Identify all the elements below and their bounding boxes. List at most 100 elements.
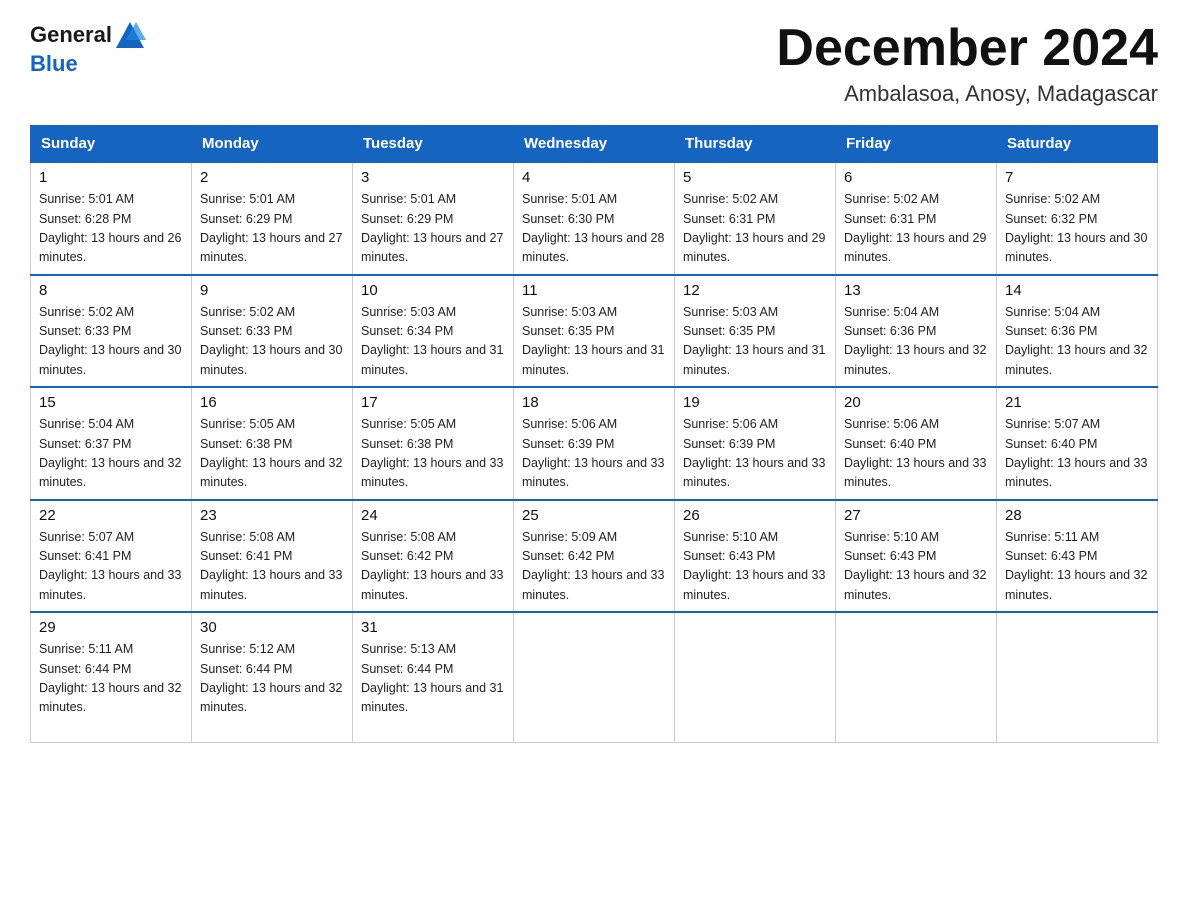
- calendar-table: Sunday Monday Tuesday Wednesday Thursday…: [30, 125, 1158, 743]
- header-friday: Friday: [836, 126, 997, 163]
- day-number: 20: [844, 394, 988, 411]
- table-row: 24 Sunrise: 5:08 AM Sunset: 6:42 PM Dayl…: [353, 500, 514, 613]
- day-number: 4: [522, 169, 666, 186]
- day-info: Sunrise: 5:01 AM Sunset: 6:28 PM Dayligh…: [39, 190, 183, 268]
- day-number: 22: [39, 507, 183, 524]
- table-row: 31 Sunrise: 5:13 AM Sunset: 6:44 PM Dayl…: [353, 612, 514, 742]
- day-number: 3: [361, 169, 505, 186]
- day-number: 23: [200, 507, 344, 524]
- day-info: Sunrise: 5:02 AM Sunset: 6:32 PM Dayligh…: [1005, 190, 1149, 268]
- day-info: Sunrise: 5:02 AM Sunset: 6:31 PM Dayligh…: [844, 190, 988, 268]
- day-number: 1: [39, 169, 183, 186]
- day-number: 27: [844, 507, 988, 524]
- table-row: 5 Sunrise: 5:02 AM Sunset: 6:31 PM Dayli…: [675, 162, 836, 275]
- day-info: Sunrise: 5:02 AM Sunset: 6:31 PM Dayligh…: [683, 190, 827, 268]
- day-info: Sunrise: 5:01 AM Sunset: 6:30 PM Dayligh…: [522, 190, 666, 268]
- header-monday: Monday: [192, 126, 353, 163]
- location-subtitle: Ambalasoa, Anosy, Madagascar: [776, 81, 1158, 107]
- day-info: Sunrise: 5:11 AM Sunset: 6:44 PM Dayligh…: [39, 640, 183, 718]
- day-number: 30: [200, 619, 344, 636]
- day-number: 11: [522, 282, 666, 299]
- day-info: Sunrise: 5:11 AM Sunset: 6:43 PM Dayligh…: [1005, 528, 1149, 606]
- table-row: 10 Sunrise: 5:03 AM Sunset: 6:34 PM Dayl…: [353, 275, 514, 388]
- table-row: 28 Sunrise: 5:11 AM Sunset: 6:43 PM Dayl…: [997, 500, 1158, 613]
- table-row: 13 Sunrise: 5:04 AM Sunset: 6:36 PM Dayl…: [836, 275, 997, 388]
- table-row: 23 Sunrise: 5:08 AM Sunset: 6:41 PM Dayl…: [192, 500, 353, 613]
- header-saturday: Saturday: [997, 126, 1158, 163]
- calendar-week-row: 15 Sunrise: 5:04 AM Sunset: 6:37 PM Dayl…: [31, 387, 1158, 500]
- day-number: 12: [683, 282, 827, 299]
- day-info: Sunrise: 5:10 AM Sunset: 6:43 PM Dayligh…: [683, 528, 827, 606]
- day-number: 5: [683, 169, 827, 186]
- day-number: 26: [683, 507, 827, 524]
- header-wednesday: Wednesday: [514, 126, 675, 163]
- table-row: 14 Sunrise: 5:04 AM Sunset: 6:36 PM Dayl…: [997, 275, 1158, 388]
- day-number: 15: [39, 394, 183, 411]
- table-row: 8 Sunrise: 5:02 AM Sunset: 6:33 PM Dayli…: [31, 275, 192, 388]
- day-info: Sunrise: 5:04 AM Sunset: 6:36 PM Dayligh…: [1005, 303, 1149, 381]
- logo-blue: Blue: [30, 51, 78, 76]
- logo-icon: [114, 20, 146, 52]
- day-number: 21: [1005, 394, 1149, 411]
- calendar-body: 1 Sunrise: 5:01 AM Sunset: 6:28 PM Dayli…: [31, 162, 1158, 742]
- day-number: 28: [1005, 507, 1149, 524]
- day-number: 31: [361, 619, 505, 636]
- table-row: 21 Sunrise: 5:07 AM Sunset: 6:40 PM Dayl…: [997, 387, 1158, 500]
- logo: General Blue: [30, 20, 146, 76]
- day-number: 16: [200, 394, 344, 411]
- day-number: 24: [361, 507, 505, 524]
- day-info: Sunrise: 5:04 AM Sunset: 6:37 PM Dayligh…: [39, 415, 183, 493]
- day-info: Sunrise: 5:02 AM Sunset: 6:33 PM Dayligh…: [200, 303, 344, 381]
- logo-text: General Blue: [30, 20, 146, 76]
- table-row: 2 Sunrise: 5:01 AM Sunset: 6:29 PM Dayli…: [192, 162, 353, 275]
- table-row: 30 Sunrise: 5:12 AM Sunset: 6:44 PM Dayl…: [192, 612, 353, 742]
- table-row: 16 Sunrise: 5:05 AM Sunset: 6:38 PM Dayl…: [192, 387, 353, 500]
- day-info: Sunrise: 5:05 AM Sunset: 6:38 PM Dayligh…: [361, 415, 505, 493]
- day-info: Sunrise: 5:04 AM Sunset: 6:36 PM Dayligh…: [844, 303, 988, 381]
- day-number: 18: [522, 394, 666, 411]
- day-number: 19: [683, 394, 827, 411]
- day-info: Sunrise: 5:05 AM Sunset: 6:38 PM Dayligh…: [200, 415, 344, 493]
- page-header: General Blue December 2024 Ambalasoa, An…: [30, 20, 1158, 107]
- table-row: 15 Sunrise: 5:04 AM Sunset: 6:37 PM Dayl…: [31, 387, 192, 500]
- header-tuesday: Tuesday: [353, 126, 514, 163]
- table-row: [836, 612, 997, 742]
- day-info: Sunrise: 5:02 AM Sunset: 6:33 PM Dayligh…: [39, 303, 183, 381]
- day-number: 13: [844, 282, 988, 299]
- day-info: Sunrise: 5:07 AM Sunset: 6:40 PM Dayligh…: [1005, 415, 1149, 493]
- table-row: 7 Sunrise: 5:02 AM Sunset: 6:32 PM Dayli…: [997, 162, 1158, 275]
- table-row: 9 Sunrise: 5:02 AM Sunset: 6:33 PM Dayli…: [192, 275, 353, 388]
- day-number: 6: [844, 169, 988, 186]
- table-row: 27 Sunrise: 5:10 AM Sunset: 6:43 PM Dayl…: [836, 500, 997, 613]
- day-info: Sunrise: 5:01 AM Sunset: 6:29 PM Dayligh…: [200, 190, 344, 268]
- header-thursday: Thursday: [675, 126, 836, 163]
- calendar-week-row: 1 Sunrise: 5:01 AM Sunset: 6:28 PM Dayli…: [31, 162, 1158, 275]
- table-row: 11 Sunrise: 5:03 AM Sunset: 6:35 PM Dayl…: [514, 275, 675, 388]
- calendar-header-row: Sunday Monday Tuesday Wednesday Thursday…: [31, 126, 1158, 163]
- month-year-title: December 2024: [776, 20, 1158, 77]
- day-number: 7: [1005, 169, 1149, 186]
- day-info: Sunrise: 5:13 AM Sunset: 6:44 PM Dayligh…: [361, 640, 505, 718]
- calendar-week-row: 29 Sunrise: 5:11 AM Sunset: 6:44 PM Dayl…: [31, 612, 1158, 742]
- table-row: 4 Sunrise: 5:01 AM Sunset: 6:30 PM Dayli…: [514, 162, 675, 275]
- day-number: 9: [200, 282, 344, 299]
- table-row: 3 Sunrise: 5:01 AM Sunset: 6:29 PM Dayli…: [353, 162, 514, 275]
- table-row: 18 Sunrise: 5:06 AM Sunset: 6:39 PM Dayl…: [514, 387, 675, 500]
- title-area: December 2024 Ambalasoa, Anosy, Madagasc…: [776, 20, 1158, 107]
- day-number: 8: [39, 282, 183, 299]
- day-number: 14: [1005, 282, 1149, 299]
- day-info: Sunrise: 5:06 AM Sunset: 6:40 PM Dayligh…: [844, 415, 988, 493]
- logo-general: General: [30, 22, 112, 47]
- table-row: 22 Sunrise: 5:07 AM Sunset: 6:41 PM Dayl…: [31, 500, 192, 613]
- day-info: Sunrise: 5:03 AM Sunset: 6:35 PM Dayligh…: [522, 303, 666, 381]
- day-number: 10: [361, 282, 505, 299]
- table-row: 19 Sunrise: 5:06 AM Sunset: 6:39 PM Dayl…: [675, 387, 836, 500]
- day-number: 29: [39, 619, 183, 636]
- day-number: 2: [200, 169, 344, 186]
- table-row: [997, 612, 1158, 742]
- calendar-week-row: 8 Sunrise: 5:02 AM Sunset: 6:33 PM Dayli…: [31, 275, 1158, 388]
- day-info: Sunrise: 5:01 AM Sunset: 6:29 PM Dayligh…: [361, 190, 505, 268]
- table-row: 20 Sunrise: 5:06 AM Sunset: 6:40 PM Dayl…: [836, 387, 997, 500]
- table-row: 17 Sunrise: 5:05 AM Sunset: 6:38 PM Dayl…: [353, 387, 514, 500]
- day-info: Sunrise: 5:03 AM Sunset: 6:34 PM Dayligh…: [361, 303, 505, 381]
